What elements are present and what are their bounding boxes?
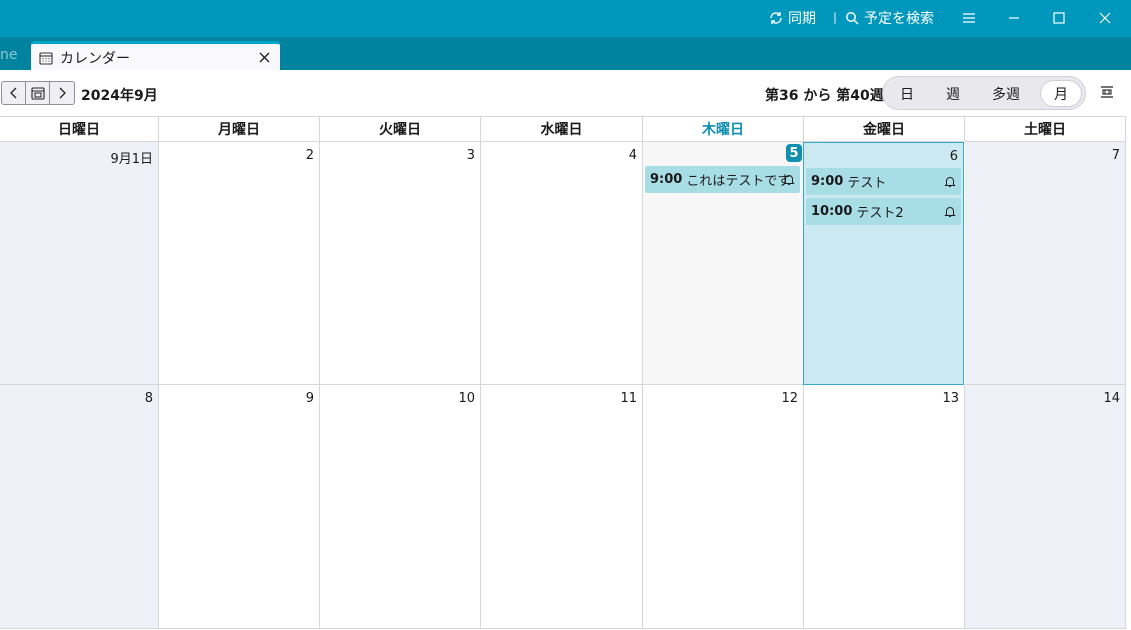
title-bar: 同期 予定を検索 (0, 0, 1131, 37)
day-cell-today[interactable]: 5 9:00 これはテストです (643, 142, 804, 385)
tab-partial[interactable]: ne (0, 47, 18, 63)
day-cell-selected[interactable]: 6 9:00 テスト 10:00 テスト2 (803, 142, 964, 385)
chevron-left-icon (9, 87, 16, 99)
day-number: 10 (458, 391, 475, 406)
weekday-friday: 金曜日 (804, 117, 965, 141)
day-cell[interactable]: 10 (320, 385, 481, 629)
weekday-tuesday: 火曜日 (320, 117, 481, 141)
day-number: 12 (781, 391, 798, 406)
search-events-button[interactable]: 予定を検索 (845, 9, 934, 27)
day-cell[interactable]: 8 (0, 385, 159, 629)
minimize-icon (1009, 17, 1019, 19)
search-events-label: 予定を検索 (864, 11, 934, 27)
event-item[interactable]: 9:00 テスト (806, 168, 961, 195)
day-number: 9 (305, 391, 314, 406)
month-title: 2024年9月 (81, 88, 158, 104)
day-cell[interactable]: 14 (965, 385, 1126, 629)
view-options-button[interactable] (1097, 82, 1117, 102)
bell-icon (783, 175, 795, 185)
tab-calendar-label: カレンダー (60, 50, 130, 67)
day-cell[interactable]: 13 (804, 385, 965, 629)
maximize-button[interactable] (1047, 6, 1071, 30)
event-title: テスト (847, 176, 887, 191)
event-time: 9:00 (650, 172, 683, 187)
view-switcher: 日 週 多週 月 (882, 76, 1086, 110)
day-cell[interactable]: 7 (965, 142, 1126, 385)
tab-calendar[interactable]: カレンダー (31, 41, 280, 71)
event-title: これはテストです (686, 174, 791, 189)
maximize-icon (1053, 12, 1065, 24)
weekday-sunday: 日曜日 (0, 117, 159, 141)
day-number: 4 (628, 148, 637, 163)
event-item[interactable]: 10:00 テスト2 (806, 198, 961, 225)
today-badge: 5 (786, 144, 802, 162)
view-day-button[interactable]: 日 (889, 81, 925, 106)
day-cell[interactable]: 4 (481, 142, 643, 385)
day-number: 14 (1103, 391, 1120, 406)
day-cell[interactable]: 9月1日 (0, 142, 159, 385)
app-menu-button[interactable] (957, 6, 981, 30)
weekday-saturday: 土曜日 (965, 117, 1126, 141)
day-number: 6 (949, 149, 958, 164)
date-navigation (1, 81, 75, 105)
view-week-button[interactable]: 週 (935, 81, 971, 106)
tab-close-button[interactable] (256, 49, 272, 65)
day-cell[interactable]: 11 (481, 385, 643, 629)
search-icon (846, 12, 859, 25)
calendar-toolbar: 2024年9月 第36 から 第40週 日 週 多週 月 (0, 70, 1131, 116)
calendar-icon (39, 51, 53, 65)
chevron-right-icon (59, 87, 66, 99)
day-number: 11 (620, 391, 637, 406)
day-cell[interactable]: 3 (320, 142, 481, 385)
day-number: 2 (305, 148, 314, 163)
today-button[interactable] (26, 82, 50, 104)
tab-bar: ne カレンダー (0, 37, 1131, 71)
weekday-monday: 月曜日 (159, 117, 320, 141)
day-number: 13 (942, 391, 959, 406)
view-multiweek-button[interactable]: 多週 (983, 81, 1029, 106)
weekday-header-row: 日曜日 月曜日 火曜日 水曜日 木曜日 金曜日 土曜日 (0, 116, 1126, 142)
day-number: 9月1日 (110, 152, 153, 167)
close-icon (1099, 12, 1111, 24)
event-time: 9:00 (811, 174, 844, 189)
week-range-label: 第36 から 第40週 (765, 88, 884, 104)
bell-icon (944, 177, 956, 187)
previous-month-button[interactable] (2, 82, 26, 104)
sync-button[interactable]: 同期 (768, 9, 816, 27)
close-icon (259, 52, 269, 62)
day-cell[interactable]: 9 (159, 385, 320, 629)
day-number: 3 (466, 148, 475, 163)
day-cell[interactable]: 12 (643, 385, 804, 629)
event-time: 10:00 (811, 204, 853, 219)
view-options-icon (1101, 86, 1113, 98)
titlebar-divider (834, 12, 836, 24)
weekday-thursday: 木曜日 (643, 117, 804, 141)
sync-label: 同期 (788, 11, 816, 27)
weekday-wednesday: 水曜日 (481, 117, 643, 141)
calendar-today-icon (30, 87, 45, 100)
day-number: 7 (1111, 148, 1120, 163)
close-window-button[interactable] (1093, 6, 1117, 30)
sync-icon (770, 12, 782, 24)
day-cell[interactable]: 2 (159, 142, 320, 385)
event-title: テスト2 (856, 206, 904, 221)
day-number: 8 (144, 391, 153, 406)
view-month-button[interactable]: 月 (1041, 81, 1081, 106)
bell-icon (944, 207, 956, 217)
next-month-button[interactable] (50, 82, 74, 104)
minimize-button[interactable] (1002, 6, 1026, 30)
menu-icon (963, 13, 975, 23)
event-item[interactable]: 9:00 これはテストです (645, 166, 800, 193)
